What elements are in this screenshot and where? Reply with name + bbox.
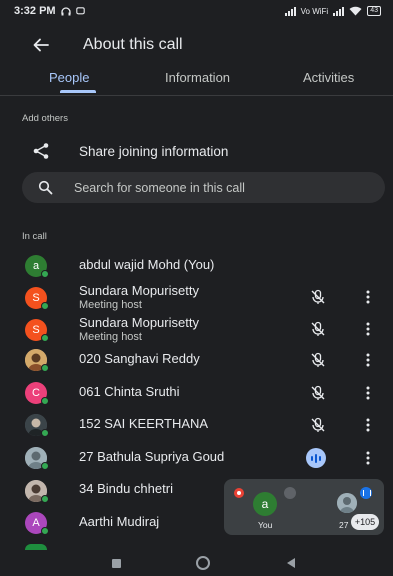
recording-icon xyxy=(234,488,244,498)
mic-off-icon xyxy=(311,385,325,400)
status-left: 3:32 PM xyxy=(14,5,85,17)
system-nav-bar xyxy=(0,550,393,576)
mic-off-icon xyxy=(311,417,325,432)
network-label: Vo WiFi xyxy=(300,6,329,16)
photo-avatar xyxy=(25,349,49,372)
pip-other-avatar xyxy=(337,493,357,513)
participant-name: Sundara Mopurisetty xyxy=(79,315,199,330)
signal-icon xyxy=(284,6,296,16)
participant-name: abdul wajid Mohd (You) xyxy=(79,257,215,272)
participant-name: Sundara Mopurisetty xyxy=(79,283,199,298)
pip-speaking-icon xyxy=(360,487,372,499)
share-joining-info-row[interactable]: Share joining information xyxy=(0,136,393,166)
more-vert-icon[interactable] xyxy=(364,451,372,465)
online-indicator xyxy=(41,270,49,278)
more-vert-icon[interactable] xyxy=(364,386,372,400)
search-bar xyxy=(22,172,385,203)
mic-off-icon xyxy=(311,352,325,367)
battery-icon: 43 xyxy=(367,6,381,16)
avatar-letter: A xyxy=(32,517,40,529)
arrow-back-icon[interactable] xyxy=(32,36,50,54)
tab-bar: People Information Activities xyxy=(0,62,393,96)
share-icon xyxy=(33,143,49,159)
message-icon xyxy=(75,6,85,14)
participant-name: 34 Bindu chhetri xyxy=(79,481,173,496)
pip-you-label: You xyxy=(258,520,273,530)
speaking-indicator-icon xyxy=(306,448,326,468)
pip-other-label: 27 xyxy=(339,520,349,530)
participant-row[interactable]: S Sundara Mopurisetty Meeting host xyxy=(0,282,393,312)
tab-people[interactable]: People xyxy=(49,70,89,85)
participant-role: Meeting host xyxy=(79,331,142,343)
status-bar: 3:32 PM Vo WiFi 43 xyxy=(0,0,393,22)
person-photo-icon xyxy=(337,493,357,513)
in-call-label: In call xyxy=(22,231,47,242)
participant-name: 27 Bathula Supriya Goud xyxy=(79,449,225,464)
participant-row[interactable]: a abdul wajid Mohd (You) xyxy=(0,251,393,281)
signal-icon-2 xyxy=(333,6,345,16)
avatar: a xyxy=(25,255,49,278)
more-vert-icon[interactable] xyxy=(364,353,372,367)
battery-level: 43 xyxy=(370,7,378,14)
more-vert-icon[interactable] xyxy=(364,290,372,304)
online-indicator xyxy=(41,462,49,470)
app-bar: About this call xyxy=(0,28,393,62)
participant-row[interactable]: C 061 Chinta Sruthi xyxy=(0,378,393,408)
photo-avatar xyxy=(25,480,49,503)
status-time: 3:32 PM xyxy=(14,5,56,17)
avatar-letter: C xyxy=(32,387,40,399)
participant-name: 061 Chinta Sruthi xyxy=(79,384,180,399)
photo-avatar xyxy=(25,414,49,437)
participant-row[interactable]: 152 SAI KEERTHANA xyxy=(0,410,393,440)
tab-activities[interactable]: Activities xyxy=(303,70,354,85)
more-vert-icon[interactable] xyxy=(364,322,372,336)
participant-role: Meeting host xyxy=(79,299,142,311)
nav-back-icon[interactable] xyxy=(287,558,295,568)
online-indicator xyxy=(41,302,49,310)
participant-name: Aarthi Mudiraj xyxy=(79,514,160,529)
online-indicator xyxy=(41,334,49,342)
active-tab-indicator xyxy=(60,90,96,93)
pip-mic-off-icon xyxy=(284,487,296,499)
participant-row[interactable]: S Sundara Mopurisetty Meeting host xyxy=(0,314,393,344)
avatar-letter: S xyxy=(32,324,40,336)
online-indicator xyxy=(41,364,49,372)
mic-off-icon xyxy=(311,289,325,304)
wifi-icon xyxy=(349,6,362,16)
pip-overflow-count: +105 xyxy=(351,514,379,530)
home-icon[interactable] xyxy=(196,556,210,570)
online-indicator xyxy=(41,429,49,437)
pip-you-avatar: a xyxy=(253,492,277,516)
participant-row[interactable]: 020 Sanghavi Reddy xyxy=(0,345,393,375)
recents-icon[interactable] xyxy=(112,559,121,568)
avatar: C xyxy=(25,382,49,405)
pip-call-preview[interactable]: a You 27 +105 xyxy=(224,479,384,535)
share-joining-info-label: Share joining information xyxy=(79,144,229,159)
avatar-letter: a xyxy=(32,260,40,272)
more-vert-icon[interactable] xyxy=(364,418,372,432)
photo-avatar xyxy=(25,447,49,470)
pip-you-letter: a xyxy=(261,497,269,511)
participant-row[interactable]: 27 Bathula Supriya Goud xyxy=(0,443,393,473)
add-others-label: Add others xyxy=(22,113,68,124)
avatar-letter: S xyxy=(32,292,40,304)
mic-off-icon xyxy=(311,321,325,336)
online-indicator xyxy=(41,397,49,405)
participant-name: 020 Sanghavi Reddy xyxy=(79,351,200,366)
search-icon xyxy=(38,180,53,195)
avatar: S xyxy=(25,287,49,310)
avatar: S xyxy=(25,319,49,342)
tab-information[interactable]: Information xyxy=(165,70,230,85)
avatar: A xyxy=(25,512,49,535)
search-input[interactable] xyxy=(74,172,374,203)
participant-name: 152 SAI KEERTHANA xyxy=(79,416,209,431)
online-indicator xyxy=(41,527,49,535)
online-indicator xyxy=(41,495,49,503)
status-right: Vo WiFi 43 xyxy=(284,6,381,16)
page-title: About this call xyxy=(83,36,183,53)
headphones-icon xyxy=(60,6,71,15)
